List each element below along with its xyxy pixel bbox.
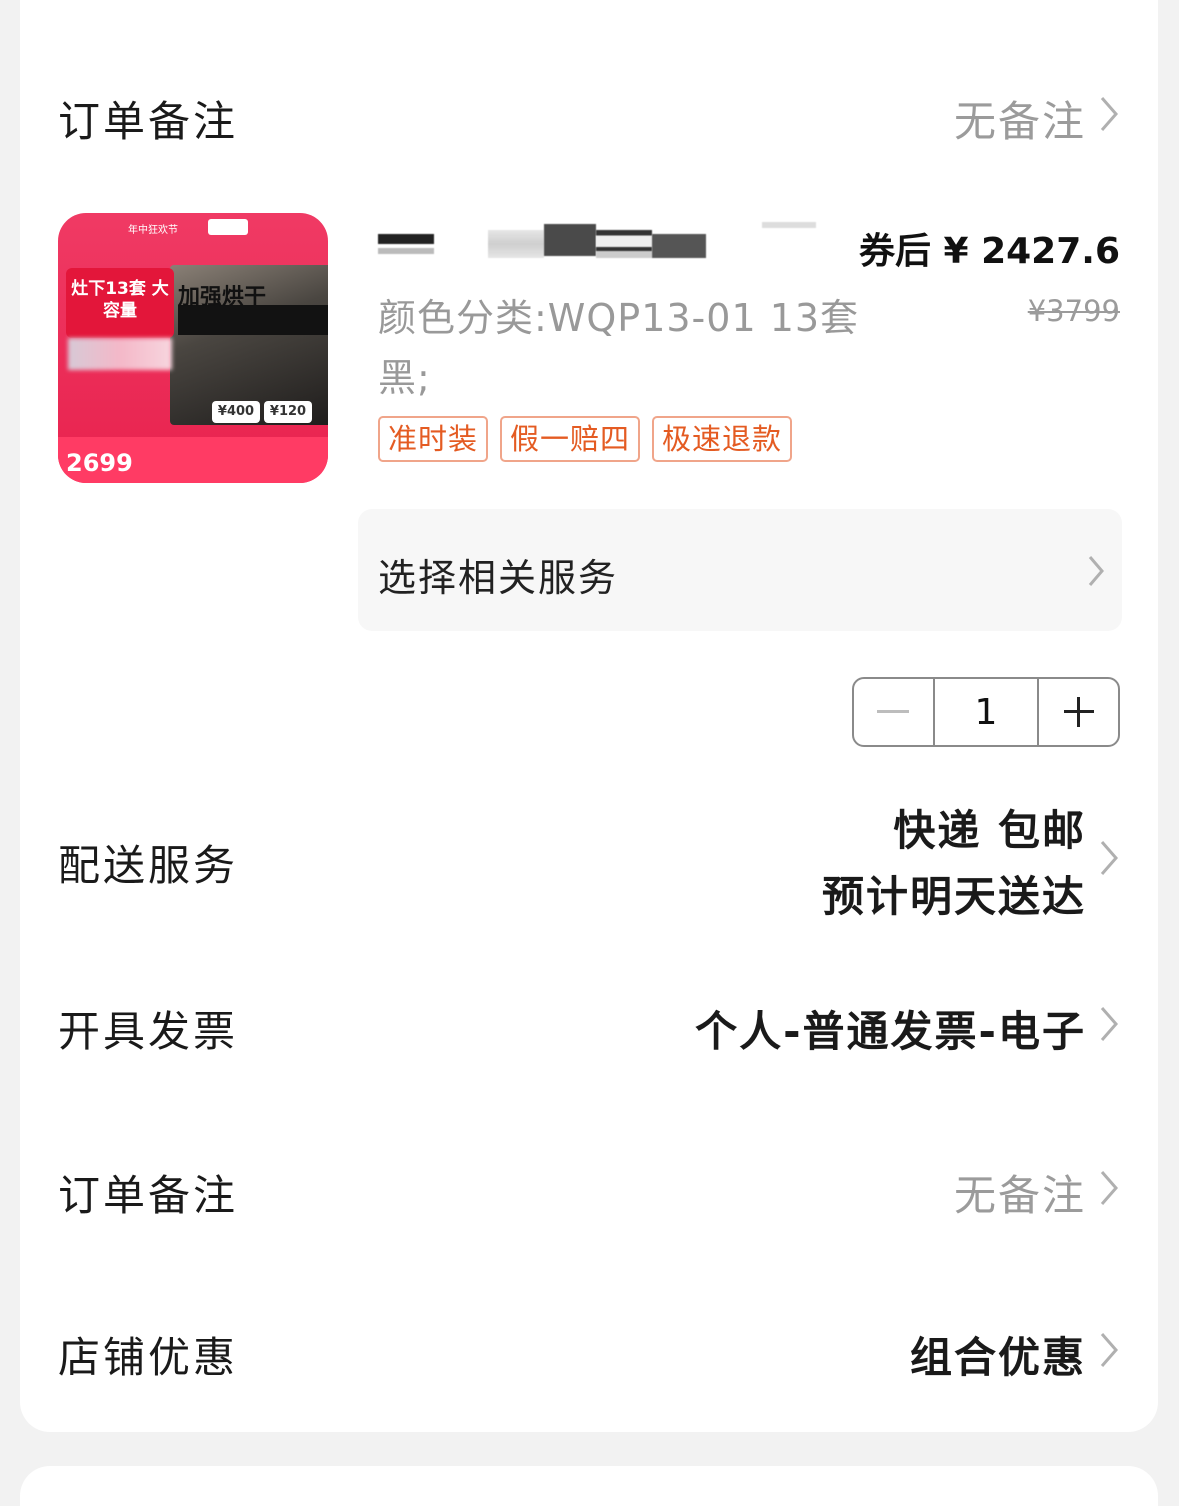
plus-icon[interactable] bbox=[1039, 679, 1118, 745]
quantity-value[interactable]: 1 bbox=[932, 679, 1040, 745]
thumbnail-redacted bbox=[68, 338, 172, 370]
chevron-right-icon bbox=[1098, 1004, 1120, 1044]
tag-on-time-install: 准时装 bbox=[378, 416, 489, 462]
quantity-stepper: 1 bbox=[852, 677, 1120, 747]
order-note-row-top[interactable]: 订单备注 无备注 bbox=[20, 88, 1158, 148]
order-card: 订单备注 无备注 年中狂欢节 加强烘干 灶下13套 大容量 ¥400 ¥120 … bbox=[20, 0, 1158, 1432]
chevron-right-icon bbox=[1098, 1168, 1120, 1208]
service-tags: 准时装 假一赔四 极速退款 bbox=[378, 416, 804, 462]
order-note-row[interactable]: 订单备注 无备注 bbox=[20, 1162, 1158, 1222]
product-variant[interactable]: 颜色分类:WQP13-01 13套 黑; bbox=[378, 288, 878, 408]
product-thumbnail[interactable]: 年中狂欢节 加强烘干 灶下13套 大容量 ¥400 ¥120 2699 bbox=[58, 213, 328, 483]
invoice-row[interactable]: 开具发票 个人-普通发票-电子 bbox=[20, 998, 1158, 1058]
delivery-label: 配送服务 bbox=[58, 841, 239, 890]
thumbnail-headline: 灶下13套 大容量 bbox=[66, 268, 174, 338]
order-note-value: 无备注 bbox=[953, 97, 1086, 146]
chevron-right-icon bbox=[1098, 838, 1120, 878]
chevron-right-icon bbox=[1086, 553, 1106, 589]
tag-fake-compensation: 假一赔四 bbox=[500, 416, 641, 462]
chevron-right-icon bbox=[1098, 94, 1120, 134]
price-after-coupon: 券后 ¥ 2427.6 bbox=[858, 231, 1120, 272]
delivery-value: 快递 包邮 预计明天送达 bbox=[822, 798, 1086, 930]
original-price: ¥3799 bbox=[1027, 294, 1120, 328]
minus-icon[interactable] bbox=[854, 679, 933, 745]
select-service-label: 选择相关服务 bbox=[378, 556, 619, 600]
thumbnail-top-tag: 年中狂欢节 bbox=[128, 225, 178, 236]
store-discount-row[interactable]: 店铺优惠 组合优惠 bbox=[20, 1324, 1158, 1384]
thumbnail-feature: 加强烘干 bbox=[178, 285, 267, 310]
product-title-redacted[interactable] bbox=[378, 222, 818, 262]
chevron-right-icon bbox=[1098, 1330, 1120, 1370]
brand-logo bbox=[208, 219, 248, 235]
invoice-label: 开具发票 bbox=[58, 1007, 239, 1056]
store-discount-label: 店铺优惠 bbox=[58, 1333, 239, 1382]
delivery-eta: 预计明天送达 bbox=[821, 872, 1086, 921]
store-discount-value: 组合优惠 bbox=[909, 1333, 1086, 1382]
tag-fast-refund: 极速退款 bbox=[652, 416, 793, 462]
invoice-value: 个人-普通发票-电子 bbox=[695, 1007, 1086, 1056]
select-service-button[interactable]: 选择相关服务 bbox=[358, 509, 1122, 631]
next-card-edge bbox=[20, 1466, 1158, 1506]
thumbnail-price: 2699 bbox=[66, 449, 133, 477]
order-note-label: 订单备注 bbox=[58, 97, 239, 146]
thumbnail-chip-right: ¥120 bbox=[264, 401, 312, 423]
order-note-label: 订单备注 bbox=[58, 1171, 239, 1220]
delivery-method: 快递 包邮 bbox=[893, 806, 1086, 855]
order-note-value: 无备注 bbox=[953, 1171, 1086, 1220]
thumbnail-chip-left: ¥400 bbox=[212, 401, 260, 423]
